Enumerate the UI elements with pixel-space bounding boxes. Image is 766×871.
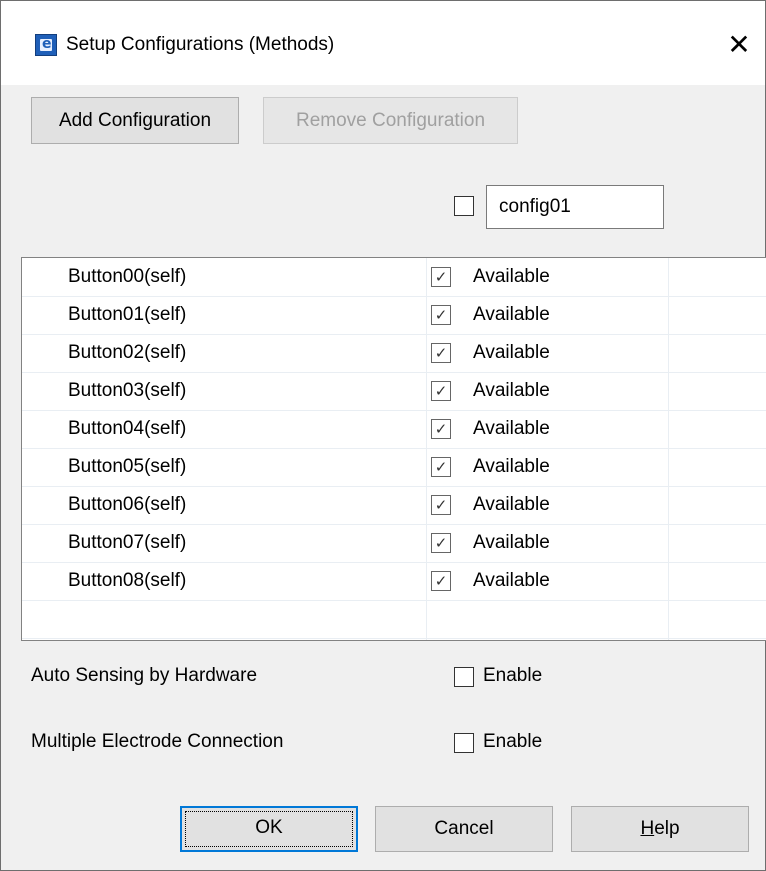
ok-button[interactable]: OK — [180, 806, 358, 852]
available-checkbox[interactable]: ✓ — [431, 267, 451, 287]
available-checkbox[interactable]: ✓ — [431, 571, 451, 591]
method-name: Button08(self) — [68, 570, 187, 591]
table-row[interactable]: Button06(self) ✓ Available — [22, 486, 766, 525]
help-mnemonic: H — [640, 818, 655, 839]
multi-electrode-checkbox[interactable] — [454, 733, 474, 753]
method-name: Button00(self) — [68, 266, 187, 287]
method-name: Button02(self) — [68, 342, 187, 363]
available-checkbox[interactable]: ✓ — [431, 533, 451, 553]
auto-sensing-enable-label[interactable]: Enable — [483, 664, 542, 688]
empty-row — [22, 600, 766, 639]
add-configuration-button[interactable]: Add Configuration — [31, 97, 239, 144]
table-row[interactable]: Button02(self) ✓ Available — [22, 334, 766, 373]
available-label: Available — [473, 418, 550, 439]
auto-sensing-checkbox[interactable] — [454, 667, 474, 687]
method-name: Button07(self) — [68, 532, 187, 553]
available-label: Available — [473, 342, 550, 363]
available-label: Available — [473, 304, 550, 325]
help-button[interactable]: Help — [571, 806, 749, 852]
table-row[interactable]: Button07(self) ✓ Available — [22, 524, 766, 563]
available-label: Available — [473, 570, 550, 591]
table-row[interactable]: Button00(self) ✓ Available — [22, 258, 766, 297]
method-name: Button04(self) — [68, 418, 187, 439]
available-label: Available — [473, 380, 550, 401]
config-select-checkbox[interactable] — [454, 196, 474, 216]
app-icon — [35, 34, 57, 56]
multi-electrode-enable-label[interactable]: Enable — [483, 730, 542, 754]
ok-label: OK — [255, 817, 283, 838]
method-name: Button06(self) — [68, 494, 187, 515]
table-row[interactable]: Button04(self) ✓ Available — [22, 410, 766, 449]
method-name: Button01(self) — [68, 304, 187, 325]
available-checkbox[interactable]: ✓ — [431, 305, 451, 325]
cancel-button[interactable]: Cancel — [375, 806, 553, 852]
available-checkbox[interactable]: ✓ — [431, 419, 451, 439]
method-name: Button03(self) — [68, 380, 187, 401]
help-label-rest: elp — [654, 818, 680, 839]
method-name: Button05(self) — [68, 456, 187, 477]
available-checkbox[interactable]: ✓ — [431, 381, 451, 401]
auto-sensing-label: Auto Sensing by Hardware — [31, 665, 258, 686]
available-label: Available — [473, 494, 550, 515]
method-table: Button00(self) ✓ Available Button01(self) ✓ A… — [21, 257, 766, 641]
table-row[interactable]: Button08(self) ✓ Available — [22, 562, 766, 601]
available-checkbox[interactable]: ✓ — [431, 495, 451, 515]
table-row[interactable]: Button03(self) ✓ Available — [22, 372, 766, 411]
remove-configuration-button: Remove Configuration — [263, 97, 518, 144]
title-bar[interactable]: Setup Configurations (Methods) ✕ — [1, 1, 765, 85]
window-title: Setup Configurations (Methods) — [66, 34, 335, 55]
config-name-field[interactable]: config01 — [486, 185, 664, 229]
available-label: Available — [473, 456, 550, 477]
available-checkbox[interactable]: ✓ — [431, 457, 451, 477]
close-icon[interactable]: ✕ — [719, 25, 759, 65]
multi-electrode-label: Multiple Electrode Connection — [31, 731, 284, 752]
table-row[interactable]: Button01(self) ✓ Available — [22, 296, 766, 335]
available-checkbox[interactable]: ✓ — [431, 343, 451, 363]
dialog-window: Setup Configurations (Methods) ✕ Add Con… — [0, 0, 766, 871]
table-row[interactable]: Button05(self) ✓ Available — [22, 448, 766, 487]
available-label: Available — [473, 532, 550, 553]
available-label: Available — [473, 266, 550, 287]
